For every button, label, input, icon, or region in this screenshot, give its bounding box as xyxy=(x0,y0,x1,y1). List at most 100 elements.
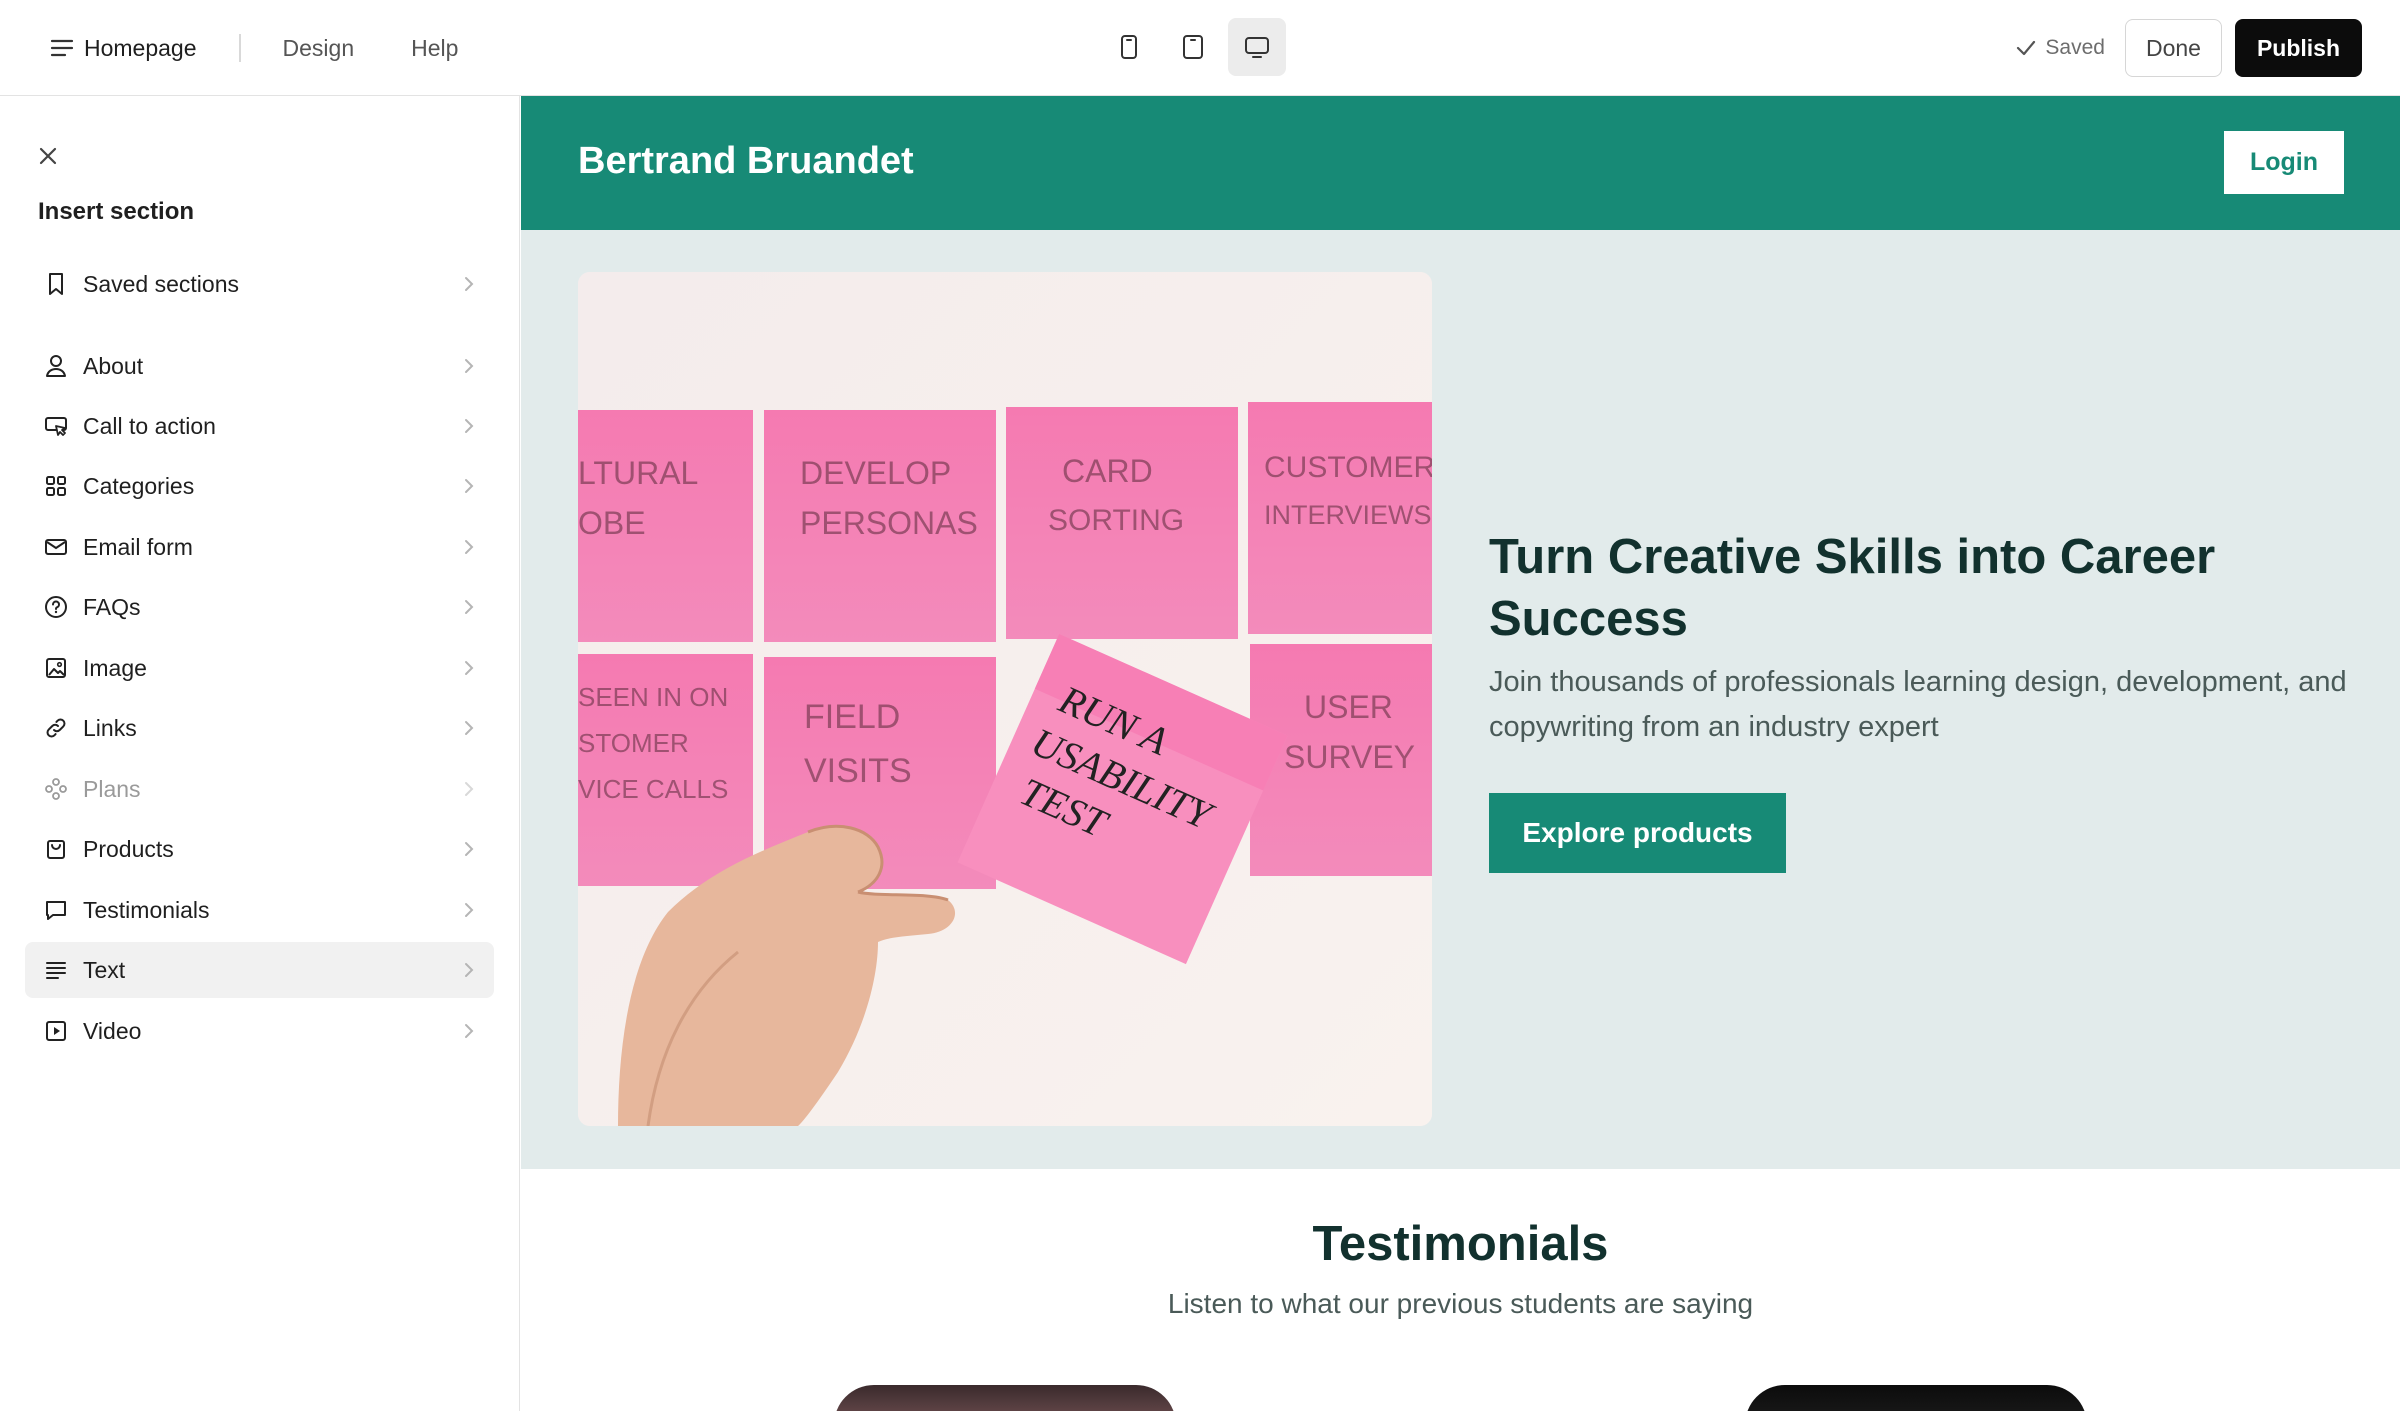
play-square-icon xyxy=(43,1018,69,1044)
done-button[interactable]: Done xyxy=(2124,19,2222,77)
publish-button[interactable]: Publish xyxy=(2234,19,2362,77)
help-link[interactable]: Help xyxy=(411,35,458,62)
hero-image: LTURAL OBE DEVELOP PERSONAS CARD SORTING… xyxy=(578,272,1432,1126)
site-name: Bertrand Bruandet xyxy=(578,140,914,182)
sidebar-item-testimonials[interactable]: Testimonials xyxy=(25,882,494,938)
plans-icon xyxy=(43,776,69,802)
testimonials-subtitle: Listen to what our previous students are… xyxy=(1167,1288,1754,1319)
sidebar-item-label: FAQs xyxy=(83,593,141,620)
sidebar-item-image[interactable]: Image xyxy=(25,640,494,696)
sidebar-item-about[interactable]: About xyxy=(25,338,494,394)
note-text: OBE xyxy=(578,505,646,541)
desktop-icon xyxy=(1245,37,1269,58)
top-bar-left: Homepage Design Help xyxy=(50,0,515,96)
saved-label: Saved xyxy=(2045,36,2105,59)
note-text: LTURAL xyxy=(578,455,698,491)
sidebar-item-label: Call to action xyxy=(83,412,216,439)
sidebar-item-label: Products xyxy=(83,835,174,862)
sidebar-item-label: Links xyxy=(83,714,137,741)
speech-bubble-icon xyxy=(43,897,69,923)
sidebar-item-label: Testimonials xyxy=(83,896,210,923)
sidebar-item-faqs[interactable]: FAQs xyxy=(25,579,494,635)
note-text: SURVEY xyxy=(1284,739,1415,775)
chevron-right-icon xyxy=(465,721,474,735)
sidebar-item-links[interactable]: Links xyxy=(25,700,494,756)
chevron-right-icon xyxy=(465,479,474,493)
close-icon xyxy=(39,147,57,165)
sidebar-item-label: Categories xyxy=(83,472,195,499)
saved-status: Saved xyxy=(2015,36,2105,60)
testimonials-title: Testimonials xyxy=(1312,1217,1609,1271)
note-text: DEVELOP xyxy=(800,455,951,491)
chevron-right-icon xyxy=(465,277,474,291)
sidebar-item-label: Text xyxy=(83,956,126,983)
pointer-sign-icon xyxy=(43,413,69,439)
note-text: SEEN IN ON xyxy=(578,682,728,712)
question-circle-icon xyxy=(43,594,69,620)
sidebar-item-label: About xyxy=(83,352,144,379)
chevron-right-icon xyxy=(465,963,474,977)
sidebar-item-text[interactable]: Text xyxy=(25,942,494,998)
tablet-view-button[interactable] xyxy=(1164,18,1222,76)
chevron-right-icon xyxy=(465,842,474,856)
hero-subtitle: Join thousands of professionals learning… xyxy=(1489,666,2347,743)
page-preview-canvas[interactable]: Bertrand Bruandet Login LTURAL OBE DEVEL… xyxy=(521,96,2400,1411)
sidebar-item-video[interactable]: Video xyxy=(25,1003,494,1059)
sidebar-item-plans[interactable]: Plans xyxy=(25,761,494,817)
note-text: FIELD xyxy=(804,698,900,736)
chevron-right-icon xyxy=(465,903,474,917)
sidebar-item-label: Saved sections xyxy=(83,270,239,297)
sidebar-item-label: Image xyxy=(83,654,147,681)
note-text: INTERVIEWS xyxy=(1264,500,1432,530)
chevron-right-icon xyxy=(465,600,474,614)
chevron-right-icon xyxy=(465,419,474,433)
design-link[interactable]: Design xyxy=(283,35,355,62)
testimonial-avatar xyxy=(834,1385,1176,1411)
note-text: PERSONAS xyxy=(800,505,978,541)
sidebar-item-label: Video xyxy=(83,1017,142,1044)
device-switcher xyxy=(1100,18,1286,76)
note-text: VICE CALLS xyxy=(578,774,728,804)
sidebar-item-call-to-action[interactable]: Call to action xyxy=(25,398,494,454)
close-panel-button[interactable] xyxy=(34,142,62,170)
login-button[interactable]: Login xyxy=(2224,131,2344,194)
tablet-icon xyxy=(1183,35,1203,59)
site-header[interactable]: Bertrand Bruandet Login xyxy=(521,96,2400,230)
desktop-view-button[interactable] xyxy=(1228,18,1286,76)
menu-icon xyxy=(50,39,74,57)
bookmark-icon xyxy=(43,271,69,297)
note-text: CARD xyxy=(1062,453,1153,489)
note-text: USER xyxy=(1304,689,1393,725)
sidebar-item-email-form[interactable]: Email form xyxy=(25,519,494,575)
sticky-notes-photo: LTURAL OBE DEVELOP PERSONAS CARD SORTING… xyxy=(578,272,1432,1126)
sidebar-item-categories[interactable]: Categories xyxy=(25,458,494,514)
chevron-right-icon xyxy=(465,540,474,554)
top-bar: Homepage Design Help Saved Done Publish xyxy=(0,0,2400,96)
panel-title: Insert section xyxy=(38,198,195,225)
chevron-right-icon xyxy=(465,359,474,373)
note-text: STOMER xyxy=(578,728,689,758)
note-text: SORTING xyxy=(1048,504,1184,537)
chevron-right-icon xyxy=(465,1024,474,1038)
envelope-icon xyxy=(43,534,69,560)
page-selector[interactable]: Homepage xyxy=(50,35,197,62)
bag-icon xyxy=(43,836,69,862)
image-icon xyxy=(43,655,69,681)
note-text: VISITS xyxy=(804,752,912,790)
person-icon xyxy=(43,353,69,379)
check-icon xyxy=(2017,40,2036,56)
note-text: CUSTOMER xyxy=(1264,451,1432,484)
sidebar-item-products[interactable]: Products xyxy=(25,821,494,877)
sidebar-item-label: Email form xyxy=(83,533,193,560)
hero-title: Turn Creative Skills into Career Success xyxy=(1489,530,2216,646)
sidebar-item-saved-sections[interactable]: Saved sections xyxy=(25,256,494,312)
testimonial-avatar xyxy=(1745,1385,2087,1411)
explore-products-button[interactable]: Explore products xyxy=(1489,793,1786,873)
page-selector-label: Homepage xyxy=(84,34,197,61)
hero-section[interactable]: LTURAL OBE DEVELOP PERSONAS CARD SORTING… xyxy=(521,230,2400,1169)
sidebar-item-label: Plans xyxy=(83,775,141,802)
insert-section-panel: Insert section Saved sections About Call… xyxy=(0,96,520,1411)
divider xyxy=(238,34,241,62)
phone-view-button[interactable] xyxy=(1100,18,1158,76)
top-bar-right: Saved Done Publish xyxy=(2015,19,2362,77)
